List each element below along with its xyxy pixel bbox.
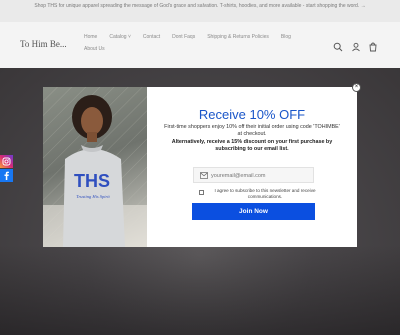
nav-faqs[interactable]: Dont Faqs	[172, 34, 195, 40]
popup-subscribe-offer: Alternatively, receive a 15% discount on…	[171, 139, 333, 152]
popup-description: First-time shoppers enjoy 10% off their …	[164, 124, 340, 137]
envelope-icon	[200, 172, 208, 179]
close-icon[interactable]: ×	[352, 83, 361, 92]
main-nav: Home Catalog ˅ Contact Dont Faqs Shippin…	[84, 34, 309, 52]
search-icon[interactable]	[333, 39, 343, 52]
nav-contact[interactable]: Contact	[143, 34, 160, 40]
popup-content: Receive 10% OFF First-time shoppers enjo…	[147, 87, 357, 247]
nav-shipping[interactable]: Shipping & Returns Policies	[207, 34, 269, 40]
announcement-text: Shop THS for unique apparel spreading th…	[34, 3, 360, 9]
consent-label: I agree to subscribe to this newsletter …	[214, 188, 316, 199]
shirt-script-text: Trusting His Spirit	[76, 194, 110, 199]
arrow-right-icon[interactable]: →	[361, 3, 366, 9]
email-input[interactable]	[211, 170, 311, 181]
popup-product-image: THS Trusting His Spirit	[43, 87, 147, 247]
popup-title: Receive 10% OFF	[198, 107, 306, 122]
site-header: To Him Be... Home Catalog ˅ Contact Dont…	[0, 22, 400, 68]
email-field[interactable]	[193, 167, 314, 183]
discount-popup: THS Trusting His Spirit Receive 10% OFF …	[43, 87, 357, 247]
site-logo[interactable]: To Him Be...	[20, 39, 67, 49]
cart-icon[interactable]	[368, 39, 378, 52]
nav-blog[interactable]: Blog	[281, 34, 291, 40]
join-now-button[interactable]: Join Now	[192, 203, 315, 220]
consent-checkbox[interactable]	[199, 190, 204, 195]
instagram-icon[interactable]	[0, 155, 13, 168]
nav-about[interactable]: About Us	[84, 46, 105, 52]
model-illustration: THS Trusting His Spirit	[43, 87, 147, 247]
nav-home[interactable]: Home	[84, 34, 97, 40]
shirt-logo-text: THS	[74, 171, 110, 191]
account-icon[interactable]	[351, 39, 361, 52]
facebook-icon[interactable]	[0, 169, 13, 182]
nav-catalog[interactable]: Catalog ˅	[109, 34, 131, 40]
announcement-bar: Shop THS for unique apparel spreading th…	[0, 0, 400, 22]
